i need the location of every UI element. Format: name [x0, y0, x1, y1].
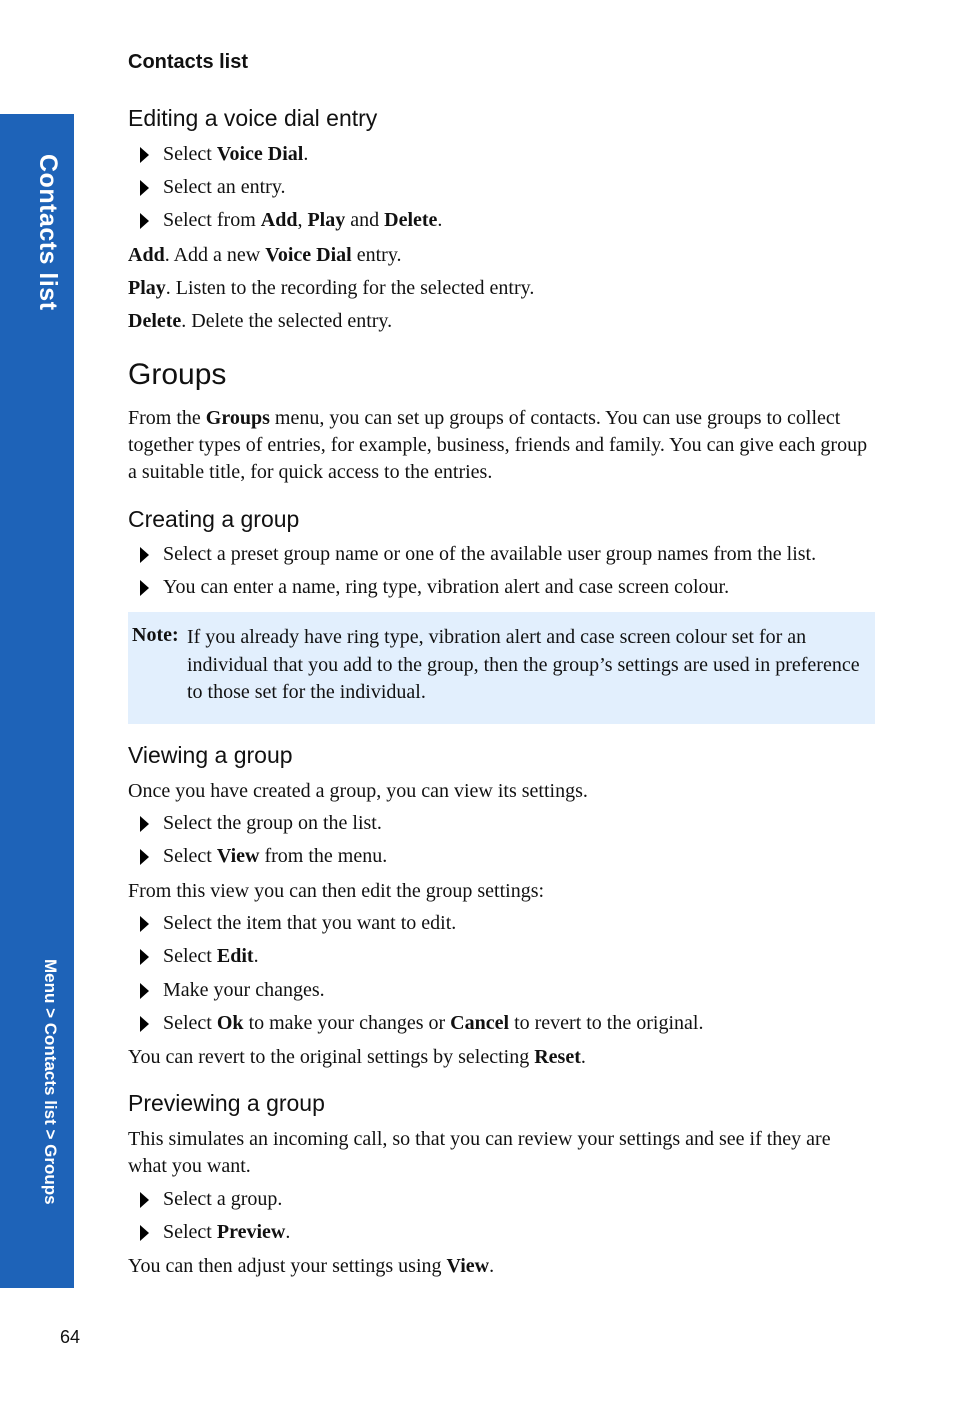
heading-previewing: Previewing a group [128, 1090, 325, 1116]
note-text: If you already have ring type, vibration… [187, 626, 860, 703]
list-item: Select a group. [128, 1188, 828, 1212]
list-item: Select Preview. [128, 1221, 828, 1245]
bullet-triangle-icon [140, 213, 149, 229]
previewing-intro: This simulates an incoming call, so that… [128, 1128, 831, 1177]
list-item: Select a preset group name or one of the… [128, 543, 868, 567]
list-item: Select from Add, Play and Delete. [128, 209, 828, 233]
list-item: Select Voice Dial. [128, 143, 828, 167]
bullet-triangle-icon [140, 1192, 149, 1208]
heading-editing: Editing a voice dial entry [128, 105, 378, 131]
running-head: Contacts list [128, 51, 249, 73]
bullet-triangle-icon [140, 816, 149, 832]
groups-intro: From the Groups menu, you can set up gro… [128, 407, 868, 483]
viewing-mid: From this view you can then edit the gro… [128, 880, 545, 902]
list-item: Make your changes. [128, 979, 828, 1003]
list-item: Select the item that you want to edit. [128, 912, 828, 936]
note-label: Note: [132, 624, 179, 646]
definition-add: Add. Add a new Voice Dial entry. [128, 244, 402, 266]
bullet-triangle-icon [140, 916, 149, 932]
bullet-triangle-icon [140, 983, 149, 999]
list-item: Select an entry. [128, 176, 828, 200]
bullet-triangle-icon [140, 949, 149, 965]
heading-creating: Creating a group [128, 506, 300, 532]
heading-viewing: Viewing a group [128, 742, 293, 768]
list-item: You can enter a name, ring type, vibrati… [128, 576, 868, 600]
section-title-groups: Groups [128, 358, 227, 391]
list-item: Select Edit. [128, 945, 828, 969]
list-item: Select View from the menu. [128, 845, 828, 869]
bullet-triangle-icon [140, 849, 149, 865]
bullet-triangle-icon [140, 547, 149, 563]
definition-play: Play. Listen to the recording for the se… [128, 277, 535, 299]
side-tab-title: Contacts list [34, 154, 62, 311]
page-number: 64 [60, 1327, 81, 1347]
bullet-triangle-icon [140, 1016, 149, 1032]
viewing-end: You can revert to the original settings … [128, 1046, 586, 1068]
bullet-triangle-icon [140, 180, 149, 196]
side-tab-breadcrumb: Menu > Contacts list > Groups [41, 959, 60, 1205]
bullet-triangle-icon [140, 1225, 149, 1241]
viewing-intro: Once you have created a group, you can v… [128, 780, 588, 802]
list-item: Select Ok to make your changes or Cancel… [128, 1012, 828, 1036]
definition-delete: Delete. Delete the selected entry. [128, 310, 393, 332]
bullet-triangle-icon [140, 147, 149, 163]
list-item: Select the group on the list. [128, 812, 828, 836]
note-box: Note: If you already have ring type, vib… [128, 612, 875, 724]
bullet-triangle-icon [140, 580, 149, 596]
side-tab: Contacts list Menu > Contacts list > Gro… [0, 114, 74, 1288]
previewing-end: You can then adjust your settings using … [128, 1255, 495, 1277]
